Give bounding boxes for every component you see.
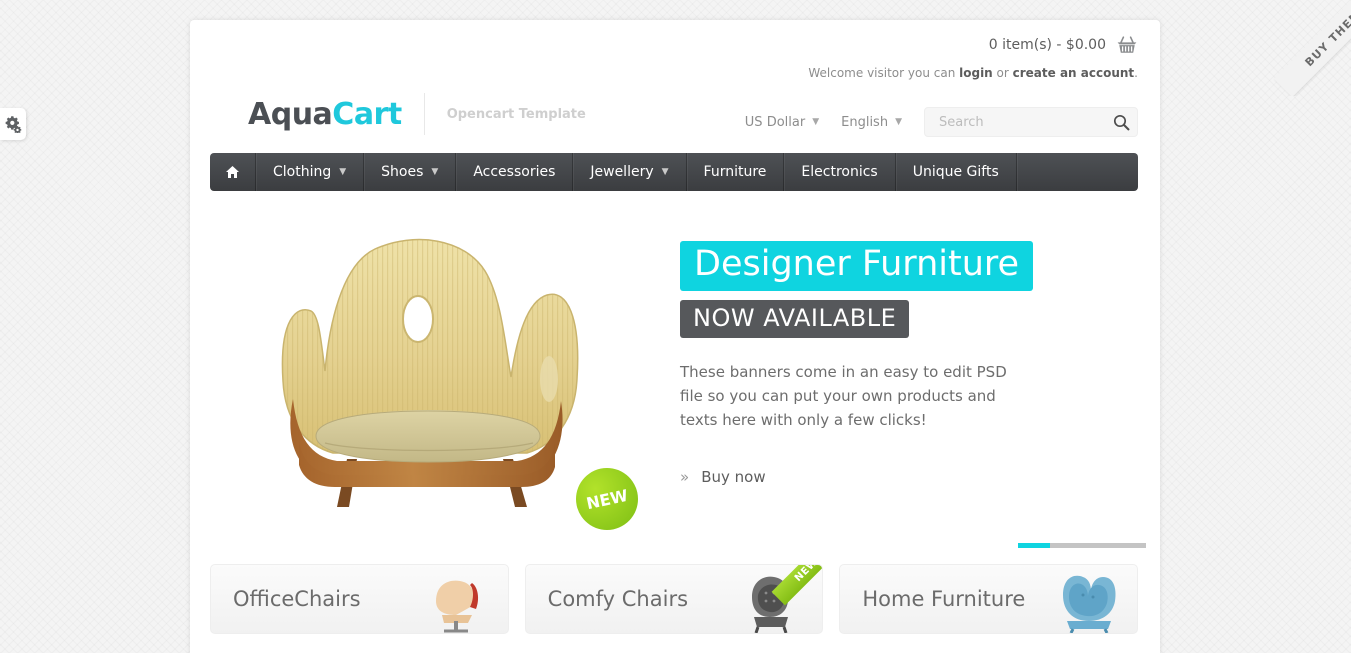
cart-button[interactable]: 0 item(s) - $0.00 (989, 35, 1138, 55)
nav-label: Unique Gifts (912, 164, 999, 180)
hero-body-text: These banners come in an easy to edit PS… (680, 362, 1007, 430)
header-controls: US Dollar ▼ English ▼ (745, 91, 1138, 137)
nav-label: Furniture (703, 164, 767, 180)
header-main: AquaCart Opencart Template US Dollar ▼ E… (190, 80, 1160, 142)
home-furniture-thumb-icon (1063, 575, 1116, 633)
chevron-down-icon: ▼ (431, 167, 439, 177)
welcome-suffix: . (1134, 66, 1138, 80)
logo-part-cart: Cart (332, 96, 402, 132)
nav-label: Accessories (473, 164, 556, 180)
new-ribbon: NEW (768, 565, 823, 619)
settings-tab[interactable] (0, 108, 26, 140)
login-link[interactable]: login (959, 66, 993, 80)
card-comfy-chairs[interactable]: Comfy Chairs NEW (524, 564, 824, 634)
site-logo[interactable]: AquaCart (248, 97, 402, 132)
welcome-message: Welcome visitor you can login or create … (190, 66, 1138, 80)
double-chevron-right-icon: » (680, 467, 690, 486)
slider-page-2[interactable] (1050, 543, 1082, 548)
currency-label: US Dollar (744, 114, 806, 130)
card-office-chairs[interactable]: OfficeChairs (210, 564, 509, 634)
basket-icon (1117, 36, 1137, 53)
nav-item-shoes[interactable]: Shoes ▼ (364, 153, 457, 191)
nav-item-clothing[interactable]: Clothing ▼ (256, 153, 365, 191)
welcome-prefix: Welcome visitor you can (808, 66, 960, 80)
language-label: English (841, 114, 889, 130)
card-title: Comfy Chairs (547, 587, 689, 611)
slider-page-1[interactable] (1018, 543, 1050, 548)
nav-label: Clothing (273, 164, 332, 180)
gear-icon (5, 116, 22, 133)
hero-copy: Designer Furniture NOW AVAILABLE These b… (680, 203, 1160, 558)
chevron-down-icon: ▼ (812, 117, 820, 127)
site-tagline: Opencart Template (446, 106, 586, 122)
chevron-down-icon: ▼ (895, 117, 902, 127)
hero-headline: Designer Furniture (680, 241, 1034, 291)
buy-theme-label: BUY THEME (1273, 0, 1351, 96)
main-navigation: Clothing ▼ Shoes ▼ Accessories Jewellery… (210, 153, 1138, 191)
card-title: Home Furniture (862, 587, 1026, 611)
hero-subheadline: NOW AVAILABLE (680, 299, 910, 338)
nav-item-home[interactable] (210, 153, 256, 191)
store-page: 0 item(s) - $0.00 Welcome visitor you ca… (190, 20, 1160, 653)
designer-sofa-image (255, 231, 615, 531)
chevron-down-icon: ▼ (339, 167, 347, 177)
nav-item-accessories[interactable]: Accessories (456, 153, 574, 191)
category-cards: OfficeChairs Comfy Chairs NEW Home Furni… (190, 564, 1160, 634)
search-button[interactable] (1111, 114, 1132, 131)
welcome-middle: or (992, 66, 1013, 80)
card-home-furniture[interactable]: Home Furniture (839, 564, 1139, 634)
search-input[interactable] (937, 113, 1111, 131)
nav-label: Shoes (381, 164, 424, 180)
card-title: OfficeChairs (233, 587, 361, 611)
nav-item-electronics[interactable]: Electronics (784, 153, 896, 191)
nav-item-unique-gifts[interactable]: Unique Gifts (896, 153, 1017, 191)
logo-part-aqua: Aqua (248, 96, 333, 132)
nav-label: Electronics (801, 164, 878, 180)
buy-now-label: Buy now (701, 467, 766, 486)
chevron-down-icon: ▼ (661, 167, 669, 177)
slider-page-4[interactable] (1114, 543, 1146, 548)
nav-label: Jewellery (590, 164, 654, 180)
search-icon (1113, 114, 1130, 130)
nav-item-furniture[interactable]: Furniture (687, 153, 785, 191)
logo-divider (423, 93, 425, 135)
search-box[interactable] (924, 107, 1138, 137)
office-chair-thumb-icon (435, 580, 478, 633)
slider-pagination[interactable] (1018, 543, 1146, 548)
slider-page-3[interactable] (1082, 543, 1114, 548)
buy-now-link[interactable]: » Buy now (680, 468, 766, 486)
new-ribbon-label: NEW (771, 565, 823, 606)
buy-theme-ribbon[interactable]: BUY THEME (1255, 0, 1351, 96)
nav-item-jewellery[interactable]: Jewellery ▼ (573, 153, 687, 191)
home-icon (226, 166, 239, 178)
hero-image-area: NEW (190, 203, 680, 558)
header-top: 0 item(s) - $0.00 Welcome visitor you ca… (190, 20, 1160, 80)
currency-selector[interactable]: US Dollar ▼ (745, 115, 819, 130)
language-selector[interactable]: English ▼ (841, 115, 902, 130)
cart-total-label: 0 item(s) - $0.00 (988, 37, 1106, 53)
hero-slider: NEW Designer Furniture NOW AVAILABLE The… (190, 203, 1160, 558)
create-account-link[interactable]: create an account (1013, 66, 1135, 80)
